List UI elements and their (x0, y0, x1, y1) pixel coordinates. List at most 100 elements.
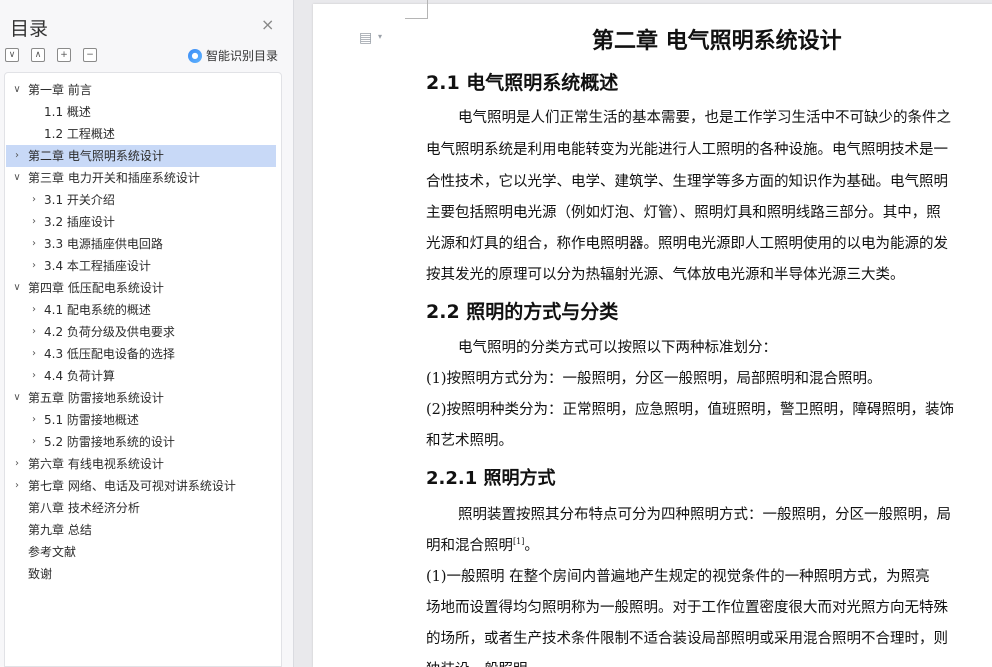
ai-assistant-icon: ● (188, 48, 202, 63)
section-2-1-title: 2.1 电气照明系统概述 (426, 72, 619, 94)
paragraph-line: 合性技术，它以光学、电学、建筑学、生理学等多方面的知识作为基础。电气照明 (426, 174, 948, 190)
paragraph-line: (1)一般照明 在整个房间内普遍地产生规定的视觉条件的一种照明方式，为照亮 (426, 569, 930, 585)
page-margin-corner (405, 0, 428, 19)
chevron-right-icon[interactable]: › (29, 365, 39, 387)
toc-item[interactable]: 1.1 概述 (4, 101, 282, 123)
toc-list: ∨ 第一章 前言 1.1 概述 1.2 工程概述 › 第二章 电气照明系统设计 ∨ 第三章 电… (4, 79, 282, 585)
toc-item[interactable]: › 4.1 配电系统的概述 (4, 299, 282, 321)
toc-item[interactable]: 第八章 技术经济分析 (4, 497, 282, 519)
toc-item-label: 4.1 配电系统的概述 (44, 303, 151, 317)
toc-item[interactable]: › 5.2 防雷接地系统的设计 (4, 431, 282, 453)
toc-item[interactable]: 1.2 工程概述 (4, 123, 282, 145)
toc-item-label: 4.3 低压配电设备的选择 (44, 347, 175, 361)
paragraph-line: 场地而设置得均匀照明称为一般照明。对于工作位置密度很大而对光照方向无特殊 (426, 600, 948, 616)
toc-item[interactable]: › 第七章 网络、电话及可视对讲系统设计 (4, 475, 282, 497)
toc-item[interactable]: ∨ 第五章 防雷接地系统设计 (4, 387, 282, 409)
chevron-right-icon[interactable]: › (12, 475, 22, 497)
chevron-right-icon[interactable]: › (29, 233, 39, 255)
toc-item[interactable]: ∨ 第四章 低压配电系统设计 (4, 277, 282, 299)
chevron-right-icon[interactable]: › (29, 321, 39, 343)
paragraph-line: 和艺术照明。 (426, 433, 513, 449)
toc-item-label: 1.2 工程概述 (44, 127, 115, 141)
toc-item[interactable]: › 4.3 低压配电设备的选择 (4, 343, 282, 365)
paragraph-line: 照明装置按照其分布特点可分为四种照明方式：一般照明，分区一般照明，局 (458, 507, 951, 523)
toc-item-label: 第一章 前言 (28, 83, 92, 97)
toc-item[interactable]: ∨ 第一章 前言 (4, 79, 282, 101)
toc-item-label: 第四章 低压配电系统设计 (28, 281, 164, 295)
toc-item-label: 1.1 概述 (44, 105, 91, 119)
document-body[interactable]: 第二章 电气照明系统设计 2.1 电气照明系统概述 电气照明是人们正常生活的基本… (426, 0, 992, 667)
toc-item[interactable]: › 第二章 电气照明系统设计 (6, 145, 276, 167)
toc-item[interactable]: › 4.2 负荷分级及供电要求 (4, 321, 282, 343)
paragraph-line: 光源和灯具的组合，称作电照明器。照明电光源即人工照明使用的以电为能源的发 (426, 236, 948, 252)
toc-item-label: 4.4 负荷计算 (44, 369, 115, 383)
toc-item[interactable]: 第九章 总结 (4, 519, 282, 541)
toc-item[interactable]: › 5.1 防雷接地概述 (4, 409, 282, 431)
chevron-right-icon[interactable]: › (12, 145, 22, 167)
panel-title: 目录 (10, 18, 49, 40)
chapter-title: 第二章 电气照明系统设计 (592, 29, 842, 54)
paragraph-text: 明和混合照明 (426, 538, 513, 554)
toc-item-label: 4.2 负荷分级及供电要求 (44, 325, 175, 339)
toc-item-label: 第九章 总结 (28, 523, 92, 537)
toc-item-label: 3.2 插座设计 (44, 215, 115, 229)
toc-item-label: 3.1 开关介绍 (44, 193, 115, 207)
paragraph-line: (2)按照明种类分为：正常照明，应急照明，值班照明，警卫照明，障碍照明，装饰 (426, 402, 955, 418)
add-heading-button[interactable]: + (57, 48, 71, 62)
expand-all-button[interactable]: ∧ (31, 48, 45, 62)
chevron-right-icon[interactable]: › (29, 189, 39, 211)
paragraph-line: 电气照明是人们正常生活的基本需要，也是工作学习生活中不可缺少的条件之 (458, 110, 951, 126)
toc-item[interactable]: 参考文献 (4, 541, 282, 563)
toc-item[interactable]: › 3.4 本工程插座设计 (4, 255, 282, 277)
toc-item-label: 3.3 电源插座供电回路 (44, 237, 163, 251)
chevron-down-icon[interactable]: ∨ (12, 79, 22, 101)
smart-toc-label: 智能识别目录 (206, 49, 279, 63)
paragraph-line: 按其发光的原理可以分为热辐射光源、气体放电光源和半导体光源三大类。 (426, 267, 905, 283)
toc-item-label: 5.2 防雷接地系统的设计 (44, 435, 175, 449)
toc-item-label: 参考文献 (28, 545, 77, 559)
chevron-right-icon[interactable]: › (29, 299, 39, 321)
toc-item-label: 第五章 防雷接地系统设计 (28, 391, 164, 405)
chevron-right-icon[interactable]: › (12, 453, 22, 475)
collapse-all-button[interactable]: ∨ (5, 48, 19, 62)
chevron-down-icon[interactable]: ▾ (378, 32, 382, 41)
paragraph-line: 明和混合照明[1]。 (426, 534, 539, 555)
toc-item[interactable]: › 3.2 插座设计 (4, 211, 282, 233)
paragraph-line: (1)按照明方式分为：一般照明，分区一般照明，局部照明和混合照明。 (426, 371, 882, 387)
toc-item-label: 第七章 网络、电话及可视对讲系统设计 (28, 479, 236, 493)
toc-item-label: 第六章 有线电视系统设计 (28, 457, 164, 471)
chevron-right-icon[interactable]: › (29, 255, 39, 277)
chevron-right-icon[interactable]: › (29, 409, 39, 431)
chevron-right-icon[interactable]: › (29, 211, 39, 233)
document-icon[interactable]: ▤ (359, 30, 372, 46)
smart-toc-button[interactable]: ● 智能识别目录 (188, 47, 278, 64)
paragraph-line: 独装设一般照明。 (426, 658, 542, 667)
chevron-down-icon[interactable]: ∨ (12, 277, 22, 299)
toc-item-label: 第八章 技术经济分析 (28, 501, 140, 515)
toc-item[interactable]: 致谢 (4, 563, 282, 585)
toc-item-label: 第二章 电气照明系统设计 (28, 149, 164, 163)
toc-item[interactable]: › 3.1 开关介绍 (4, 189, 282, 211)
chevron-right-icon[interactable]: › (29, 431, 39, 453)
toc-item[interactable]: › 第六章 有线电视系统设计 (4, 453, 282, 475)
toc-item-label: 3.4 本工程插座设计 (44, 259, 151, 273)
toc-item[interactable]: › 3.3 电源插座供电回路 (4, 233, 282, 255)
paragraph-line: 电气照明的分类方式可以按照以下两种标准划分： (458, 340, 777, 356)
section-2-2-title: 2.2 照明的方式与分类 (426, 301, 619, 323)
toc-item-label: 第三章 电力开关和插座系统设计 (28, 171, 200, 185)
toc-item[interactable]: › 4.4 负荷计算 (4, 365, 282, 387)
outline-panel: 目录 × ∨ ∧ + − ● 智能识别目录 ∨ 第一章 前言 1.1 概述 1.2 工… (0, 0, 294, 667)
paragraph-text: 。 (524, 538, 539, 554)
toc-item[interactable]: ∨ 第三章 电力开关和插座系统设计 (4, 167, 282, 189)
chevron-down-icon[interactable]: ∨ (12, 387, 22, 409)
chevron-right-icon[interactable]: › (29, 343, 39, 365)
paragraph-line: 电气照明系统是利用电能转变为光能进行人工照明的各种设施。电气照明技术是一 (426, 142, 948, 158)
chevron-down-icon[interactable]: ∨ (12, 167, 22, 189)
close-icon[interactable]: × (261, 17, 274, 33)
paragraph-line: 的场所，或者生产技术条件限制不适合装设局部照明或采用混合照明不合理时，则 (426, 631, 948, 647)
paragraph-line: 主要包括照明电光源（例如灯泡、灯管）、照明灯具和照明线路三部分。其中，照 (426, 205, 941, 221)
citation-link[interactable]: [1] (513, 537, 524, 546)
toc-item-label: 5.1 防雷接地概述 (44, 413, 139, 427)
remove-heading-button[interactable]: − (83, 48, 97, 62)
section-2-2-1-title: 2.2.1 照明方式 (426, 468, 556, 489)
